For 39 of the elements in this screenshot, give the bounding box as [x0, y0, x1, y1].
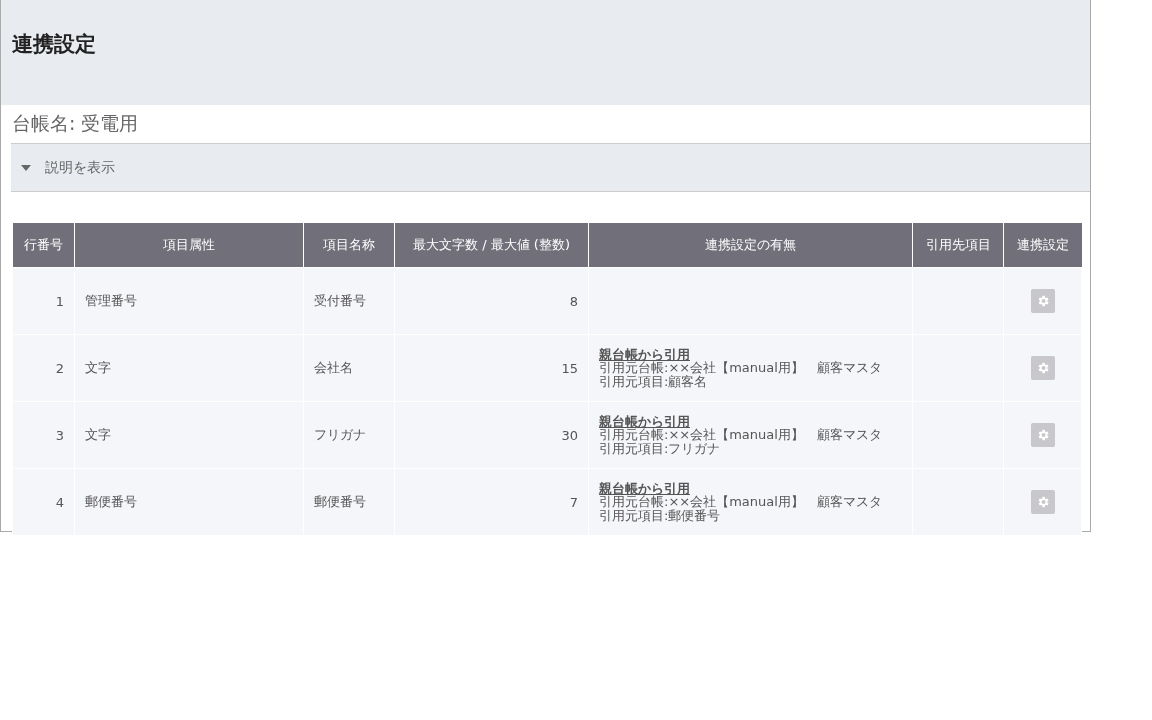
table-cell: 4 [12, 468, 75, 536]
table-cell: 郵便番号 [303, 468, 395, 536]
column-header: 項目属性 [74, 223, 304, 268]
column-header: 連携設定 [1003, 223, 1082, 268]
settings-button[interactable] [1030, 356, 1055, 380]
table-cell: フリガナ [303, 401, 395, 469]
page-title: 連携設定 [12, 31, 97, 58]
column-header: 項目名称 [303, 223, 395, 268]
table-cell: 管理番号 [74, 267, 304, 335]
table-cell: 30 [394, 401, 589, 469]
table-cell: 15 [394, 334, 589, 402]
source-ledger-text: 引用元台帳:××会社【manual用】 顧客マスタ [599, 494, 883, 509]
source-item-text: 引用元項目:フリガナ [599, 441, 722, 456]
table-cell: 文字 [74, 334, 304, 402]
settings-button[interactable] [1030, 490, 1055, 514]
table-cell: 3 [12, 401, 75, 469]
table-cell: 1 [12, 267, 75, 335]
column-header: 行番号 [12, 223, 75, 268]
table-cell: 郵便番号 [74, 468, 304, 536]
table-cell: 7 [394, 468, 589, 536]
explanation-toggle[interactable]: 説明を表示 [11, 143, 1090, 192]
column-header: 最大文字数 / 最大値 (整数) [394, 223, 589, 268]
table-cell: 2 [12, 334, 75, 402]
settings-button[interactable] [1030, 289, 1055, 313]
linkage-link[interactable]: 親台帳から引用 [599, 414, 902, 428]
source-ledger-text: 引用元台帳:××会社【manual用】 顧客マスタ [599, 360, 883, 375]
linkage-link[interactable]: 親台帳から引用 [599, 481, 902, 495]
table-cell: 文字 [74, 401, 304, 469]
ledger-name: 台帳名: 受電用 [12, 112, 139, 134]
source-ledger-text: 引用元台帳:××会社【manual用】 顧客マスタ [599, 427, 883, 442]
source-item-text: 引用元項目:顧客名 [599, 374, 708, 389]
linkage-link[interactable]: 親台帳から引用 [599, 347, 902, 361]
source-item-text: 引用元項目:郵便番号 [599, 508, 722, 523]
table-cell: 会社名 [303, 334, 395, 402]
settings-button[interactable] [1030, 423, 1055, 447]
column-header: 引用先項目 [912, 223, 1004, 268]
table-cell: 8 [394, 267, 589, 335]
table-cell: 受付番号 [303, 267, 395, 335]
column-header: 連携設定の有無 [588, 223, 913, 268]
